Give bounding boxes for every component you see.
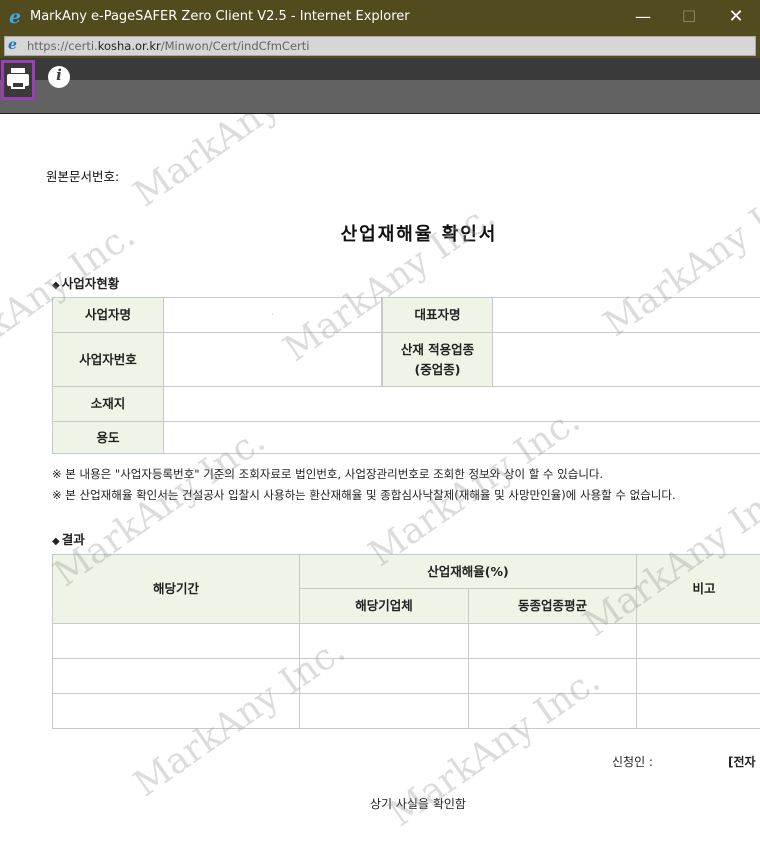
diamond-icon: ◆ bbox=[52, 536, 60, 547]
diamond-icon: ◆ bbox=[52, 280, 60, 291]
url-text: https://certi.kosha.or.kr/Minwon/Cert/in… bbox=[27, 39, 310, 53]
page-icon: e bbox=[8, 37, 17, 53]
period-header: 해당기간 bbox=[52, 554, 300, 624]
company-rate-header: 해당기업체 bbox=[299, 588, 469, 624]
result-row-2-period bbox=[52, 658, 300, 694]
result-row-2-company bbox=[299, 658, 469, 694]
result-row-3-company bbox=[299, 693, 469, 729]
result-row-2-avg bbox=[468, 658, 637, 694]
watermark: MarkAny Inc. bbox=[506, 114, 732, 115]
result-row-2-remarks bbox=[636, 658, 760, 694]
close-button[interactable]: ✕ bbox=[716, 4, 756, 30]
result-row-1-avg bbox=[468, 623, 637, 659]
section-result-heading: ◆ 결과 bbox=[52, 532, 85, 547]
window-title: MarkAny e-PageSAFER Zero Client V2.5 - I… bbox=[30, 9, 410, 24]
business-name-value: · bbox=[163, 297, 382, 333]
address-value bbox=[163, 386, 760, 422]
confirmation-text: 상기 사실을 확인함 bbox=[370, 797, 466, 811]
remarks-header: 비고 bbox=[636, 554, 760, 624]
business-number-header: 사업자번호 bbox=[52, 332, 164, 387]
address-header: 소재지 bbox=[52, 386, 164, 422]
representative-header: 대표자명 bbox=[382, 297, 493, 333]
maximize-button[interactable]: ☐ bbox=[669, 4, 709, 30]
minimize-button[interactable]: — bbox=[623, 4, 663, 30]
usage-header: 용도 bbox=[52, 421, 164, 454]
result-row-3-period bbox=[52, 693, 300, 729]
result-row-1-company bbox=[299, 623, 469, 659]
document-title: 산업재해율 확인서 bbox=[340, 224, 498, 245]
representative-value: · bbox=[492, 297, 760, 333]
result-row-1-period bbox=[52, 623, 300, 659]
document-page: 원본문서번호: 산업재해율 확인서 ◆ 사업자현황 사업자명 · 대표자명 · 사… bbox=[0, 114, 760, 844]
result-row-3-avg bbox=[468, 693, 637, 729]
print-button[interactable] bbox=[1, 60, 35, 100]
watermark: MarkAny Inc. bbox=[126, 114, 353, 215]
usage-value bbox=[163, 421, 760, 454]
result-row-3-remarks bbox=[636, 693, 760, 729]
internet-explorer-icon: e bbox=[9, 6, 22, 28]
section-business-heading: ◆ 사업자현황 bbox=[52, 276, 120, 291]
window-titlebar: e MarkAny e-PageSAFER Zero Client V2.5 -… bbox=[0, 0, 760, 34]
result-row-1-remarks bbox=[636, 623, 760, 659]
business-number-value bbox=[163, 332, 382, 387]
accident-rate-header: 산업재해율(%) bbox=[299, 554, 637, 589]
industry-type-value bbox=[492, 332, 760, 387]
viewer-toolbar: i bbox=[0, 58, 760, 114]
applicant-value: [전자 bbox=[728, 755, 756, 769]
info-icon: i bbox=[56, 66, 62, 84]
industry-type-header: 산재 적용업종 (중업종) bbox=[382, 332, 493, 387]
info-button[interactable]: i bbox=[48, 66, 70, 88]
applicant-label: 신청인 : bbox=[612, 755, 653, 769]
address-bar: e https://certi.kosha.or.kr/Minwon/Cert/… bbox=[0, 34, 760, 58]
industry-avg-header: 동종업종평균 bbox=[468, 588, 637, 624]
doc-number-label: 원본문서번호: bbox=[46, 169, 120, 184]
notice-line-1: ※ 본 내용은 "사업자등록번호" 기준의 조회자료로 법인번호, 사업장관리번… bbox=[52, 467, 604, 481]
business-name-header: 사업자명 bbox=[52, 297, 164, 333]
notice-line-2: ※ 본 산업재해율 확인서는 건설공사 입찰시 사용하는 환산재해율 및 종합심… bbox=[52, 488, 676, 502]
url-field[interactable]: e https://certi.kosha.or.kr/Minwon/Cert/… bbox=[4, 36, 756, 56]
